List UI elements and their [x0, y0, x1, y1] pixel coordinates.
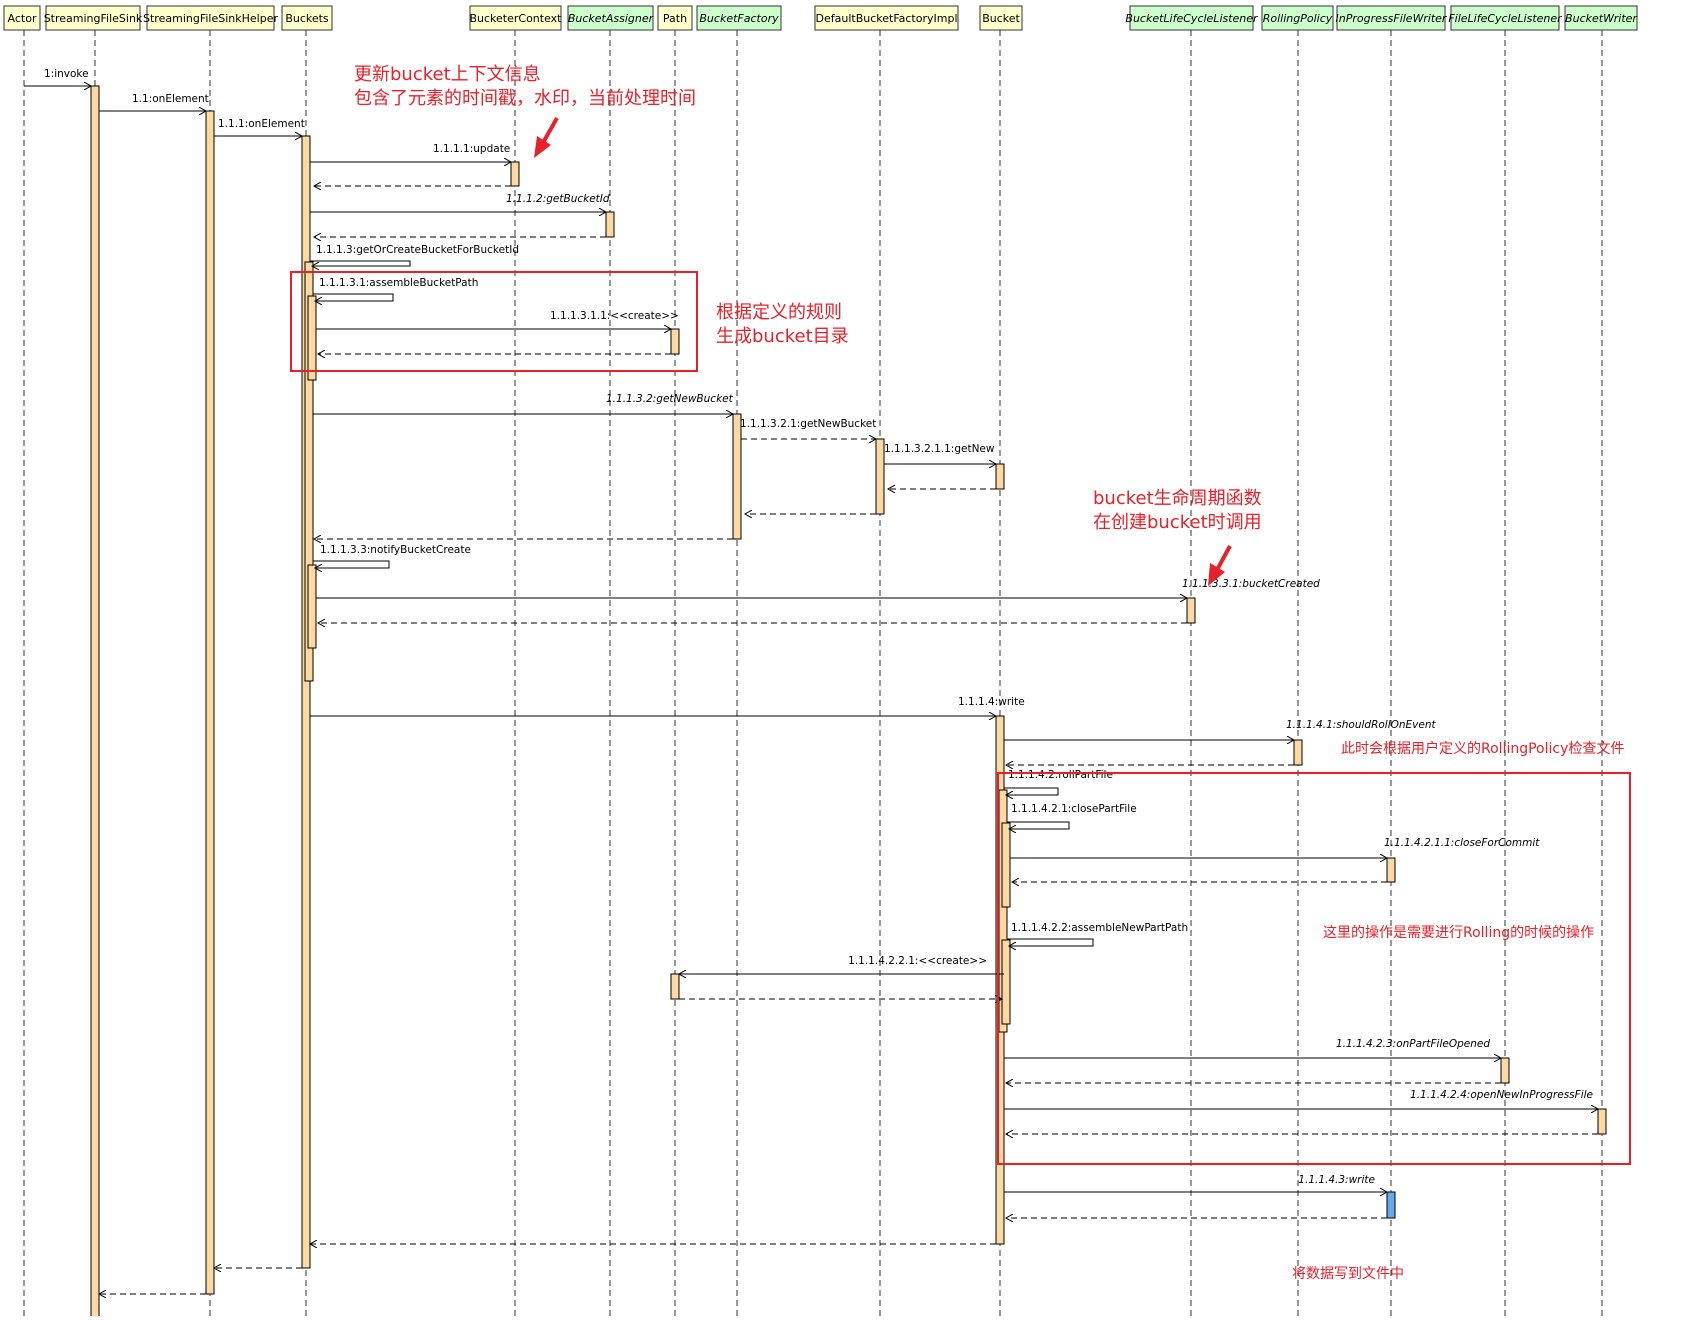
- update-note-arrow: [534, 117, 559, 158]
- activation-bar: [605, 211, 615, 238]
- message-label: 1.1.1.3.1.1:<<create>>: [550, 310, 679, 322]
- message-label: 1.1.1.4.3:write: [1298, 1174, 1375, 1186]
- participant-flcl: FileLifeCycleListener: [1448, 5, 1563, 31]
- participant-label: StreamingFileSinkHelper: [143, 12, 278, 25]
- participant-label: DefaultBucketFactoryImpl: [816, 12, 958, 25]
- participant-heads: Actor StreamingFileSink StreamingFileSinkH…: [3, 5, 1638, 31]
- note-lifecycle-line1: bucket生命周期函数: [1093, 488, 1262, 509]
- activation-bars: [90, 85, 1607, 1319]
- participant-sfs: StreamingFileSink: [44, 5, 143, 31]
- messages: 1:invoke 1.1:onElement 1.1.1:onElement 1.1.…: [24, 68, 1598, 1294]
- activation-bar: [1500, 1057, 1510, 1084]
- activation-bar: [1001, 822, 1011, 908]
- activation-bar: [307, 564, 317, 649]
- activation-bar: [1186, 597, 1196, 624]
- participant-buckets: Buckets: [281, 5, 333, 31]
- participant-sfsh: StreamingFileSinkHelper: [143, 5, 278, 31]
- participant-label: BucketerContext: [469, 12, 562, 25]
- participant-label: FileLifeCycleListener: [1448, 12, 1563, 25]
- activation-bar: [307, 295, 317, 381]
- message-label: 1.1.1.4.2:rollPartFile: [1008, 769, 1113, 781]
- message-label: 1.1:onElement: [132, 93, 209, 105]
- note-rolling-ops: 这里的操作是需要进行Rolling的时候的操作: [1323, 924, 1594, 941]
- participant-bctx: BucketerContext: [469, 5, 562, 31]
- message-label: 1.1.1.3.1:assembleBucketPath: [319, 277, 478, 289]
- self-call-arrow: [1007, 938, 1094, 946]
- message-label: 1.1.1.4.1:shouldRollOnEvent: [1286, 719, 1437, 731]
- message-label: 1.1.1.4.2.1:closePartFile: [1011, 803, 1137, 815]
- activation-bar: [1597, 1108, 1607, 1135]
- activation-bar: [1293, 739, 1303, 766]
- participant-bucket: Bucket: [979, 5, 1023, 31]
- participant-label: Actor: [8, 12, 37, 25]
- participant-label: BucketWriter: [1565, 12, 1638, 25]
- participant-label: RollingPolicy: [1263, 12, 1333, 25]
- participant-label: Path: [663, 12, 687, 25]
- message-label: 1.1.1.1:update: [433, 143, 510, 155]
- message-label: 1.1.1.4.2.2.1:<<create>>: [848, 955, 987, 967]
- message-label: 1.1.1.3.3.1:bucketCreated: [1182, 578, 1320, 590]
- activation-bar: [875, 438, 885, 515]
- participant-path: Path: [657, 5, 693, 31]
- self-call-arrow: [1004, 787, 1059, 795]
- message-label: 1.1.1.3:getOrCreateBucketForBucketId: [316, 244, 519, 256]
- message-label: 1.1.1.4.2.3:onPartFileOpened: [1336, 1038, 1490, 1050]
- message-label: 1.1.1.3.2.1.1:getNew: [884, 443, 995, 455]
- rolling-operations-box: [997, 772, 1631, 1165]
- participant-dbfi: DefaultBucketFactoryImpl: [814, 5, 959, 31]
- activation-bar: [1386, 857, 1396, 883]
- message-label: 1.1.1.4.2.2:assembleNewPartPath: [1011, 922, 1188, 934]
- note-path-line2: 生成bucket目录: [716, 326, 849, 347]
- note-lifecycle-line2: 在创建bucket时调用: [1093, 512, 1262, 533]
- self-call-arrow: [310, 260, 411, 266]
- activation-bar: [995, 463, 1005, 490]
- participant-ipfw: InProgressFileWriter: [1336, 5, 1448, 31]
- participant-label: StreamingFileSink: [44, 12, 143, 25]
- self-call-arrow: [313, 293, 394, 301]
- participant-blcl: BucketLifeCycleListener: [1125, 5, 1259, 31]
- note-path-line1: 根据定义的规则: [716, 302, 842, 323]
- message-label: 1.1.1.3.3:notifyBucketCreate: [320, 544, 471, 556]
- activation-bar: [1386, 1191, 1396, 1219]
- note-update-line2: 包含了元素的时间戳，水印，当前处理时间: [354, 88, 696, 109]
- message-label: 1.1.1.4:write: [958, 696, 1025, 708]
- participant-bw: BucketWriter: [1564, 5, 1638, 31]
- lifelines: [23, 30, 1603, 1316]
- participant-label: BucketFactory: [699, 12, 779, 25]
- message-label: 1.1.1.3.2:getNewBucket: [606, 393, 734, 405]
- message-label: 1.1.1.4.2.1.1:closeForCommit: [1384, 837, 1540, 849]
- self-call-arrow: [1007, 821, 1070, 829]
- activation-bar: [732, 413, 742, 540]
- self-call-arrow: [313, 560, 390, 568]
- message-label: 1.1.1:onElement: [218, 118, 305, 130]
- participant-label: Bucket: [982, 12, 1020, 25]
- participant-label: Buckets: [285, 12, 329, 25]
- message-label: 1:invoke: [44, 68, 89, 80]
- activation-bar: [670, 328, 680, 355]
- message-label: 1.1.1.2:getBucketId: [506, 193, 610, 205]
- participant-actor: Actor: [3, 5, 41, 31]
- sequence-diagram: Actor StreamingFileSink StreamingFileSinkH…: [3, 5, 1638, 1319]
- activation-bar: [205, 110, 215, 1295]
- participant-label: BucketAssigner: [568, 12, 655, 25]
- participant-label: BucketLifeCycleListener: [1125, 12, 1259, 25]
- activation-bar: [90, 85, 100, 1319]
- note-update-line1: 更新bucket上下文信息: [354, 64, 541, 85]
- participant-bfactory: BucketFactory: [696, 5, 782, 31]
- activation-bar: [1001, 939, 1011, 1025]
- activation-bar: [510, 161, 520, 187]
- note-rolling-policy: 此时会根据用户定义的RollingPolicy检查文件: [1341, 740, 1624, 757]
- participant-label: InProgressFileWriter: [1336, 12, 1448, 25]
- activation-bar: [670, 973, 680, 1000]
- participant-bassign: BucketAssigner: [567, 5, 655, 31]
- message-label: 1.1.1.4.2.4:openNewInProgressFile: [1410, 1089, 1593, 1101]
- note-write-data: 将数据写到文件中: [1292, 1266, 1404, 1282]
- message-label: 1.1.1.3.2.1:getNewBucket: [740, 418, 876, 430]
- participant-rpol: RollingPolicy: [1261, 5, 1334, 31]
